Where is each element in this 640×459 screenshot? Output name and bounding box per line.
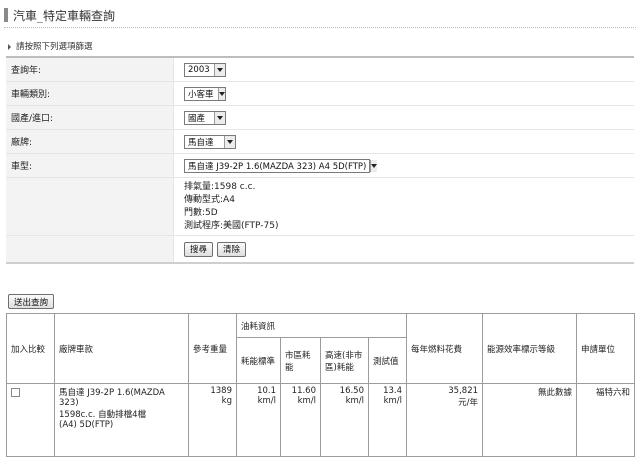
chevron-down-icon[interactable] [224,135,235,148]
model-select-value: 馬自達 J39-2P 1.6(MAZDA 323) A4 5D(FTP) [188,161,367,172]
page-title: 汽車_特定車輛查詢 [13,9,116,23]
form-actions-row: 搜尋 清除 [6,236,634,262]
header-annual-fuel-cost: 每年燃料花費 [406,313,484,384]
filter-instruction: 請按照下列選項篩選 [8,40,93,52]
category-row: 車輛類別: 小客車 [6,82,634,106]
origin-select[interactable]: 國產 [184,110,226,125]
table-row: 馬自達 J39-2P 1.6(MAZDA 323) 1598c.c. 自動排檔4… [6,383,636,457]
chevron-down-icon[interactable] [370,159,378,172]
origin-row: 國產/進口: 國產 [6,106,634,130]
send-query-button[interactable]: 送出查詢 [8,294,55,309]
year-label: 查詢年: [6,58,174,81]
brand-label: 廠牌: [6,130,174,153]
add-compare-checkbox[interactable] [11,388,20,397]
header-weight: 參考重量 [188,313,237,384]
highway-cell: 16.50 km/l [320,383,369,457]
category-select-value: 小客車 [188,89,214,100]
category-select[interactable]: 小客車 [184,86,226,101]
header-brand-model: 廠牌車款 [54,313,189,384]
displacement-text: 排氣量:1598 c.c. [184,181,256,192]
brand-row: 廠牌: 馬自達 [6,130,634,154]
test-procedure-text: 測試程序:美國(FTP-75) [184,220,279,231]
title-marker [4,8,8,22]
chevron-down-icon[interactable] [214,111,225,124]
annual-cost-cell: 35,821 元/年 [406,383,484,457]
weight-cell: 1389 kg [188,383,237,457]
model-label: 車型: [6,154,174,177]
category-label: 車輛類別: [6,82,174,105]
origin-select-value: 國產 [188,113,206,124]
header-fuel-info: 油耗資訊 [235,313,408,338]
city-cell: 11.60 km/l [280,383,321,457]
doors-text: 門數:5D [184,207,218,218]
clear-button[interactable]: 清除 [217,241,247,257]
title-bar: 汽車_特定車輛查詢 [4,6,636,28]
chevron-down-icon[interactable] [214,63,225,76]
origin-label: 國產/進口: [6,106,174,129]
grade-cell: 無此數據 [482,383,578,457]
results-table: 加入比較 廠牌車款 參考重量 油耗資訊 每年燃料花費 能源效率標示等級 申請單位… [6,313,636,457]
standard-cell: 10.1 km/l [236,383,281,457]
year-select[interactable]: 2003 [184,62,226,77]
header-test-value: 測試值 [367,337,408,384]
header-efficiency-grade: 能源效率標示等級 [482,313,578,384]
year-row: 查詢年: 2003 [6,58,634,82]
chevron-down-icon[interactable] [217,87,225,100]
model-cell: 馬自達 J39-2P 1.6(MAZDA 323) 1598c.c. 自動排檔4… [54,383,189,457]
model-info-row: 排氣量:1598 c.c. 傳動型式:A4 門數:5D 測試程序:美國(FTP-… [6,178,634,236]
brand-select[interactable]: 馬自達 [184,134,236,149]
header-applicant: 申請單位 [576,313,636,384]
brand-select-value: 馬自達 [188,137,214,148]
model-row: 車型: 馬自達 J39-2P 1.6(MAZDA 323) A4 5D(FTP) [6,154,634,178]
triangle-right-icon [8,43,11,50]
transmission-text: 傳動型式:A4 [184,194,235,205]
header-add-compare: 加入比較 [6,313,55,384]
year-select-value: 2003 [188,64,210,75]
model-select[interactable]: 馬自達 J39-2P 1.6(MAZDA 323) A4 5D(FTP) [184,158,378,173]
search-button[interactable]: 搜尋 [184,241,214,257]
instruction-text: 請按照下列選項篩選 [16,42,93,52]
test-value-cell: 13.4 km/l [367,383,408,457]
applicant-cell: 福特六和 [576,383,636,457]
header-city: 市區耗能 [280,337,321,384]
filter-form: 查詢年: 2003 車輛類別: 小客車 國產/進口: 國產 廠牌: 馬自達 車型… [6,56,634,264]
header-standard: 耗能標準 [236,337,281,384]
header-highway: 高速(非市區)耗能 [320,337,369,384]
